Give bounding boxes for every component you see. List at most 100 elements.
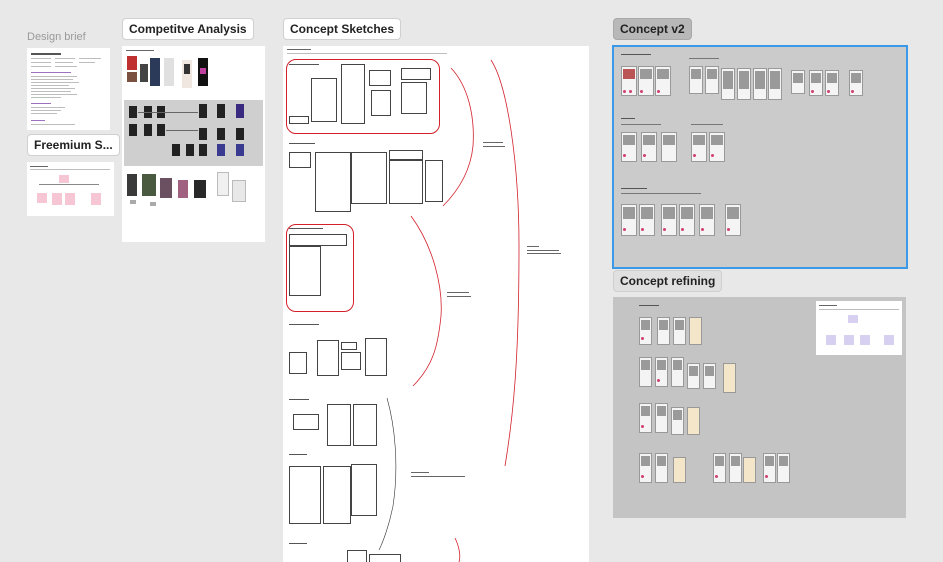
screenshot — [164, 58, 174, 86]
brief-line — [31, 91, 71, 92]
sticky-note — [844, 335, 854, 345]
brief-line — [31, 58, 51, 59]
brief-line — [31, 85, 69, 86]
row-title — [621, 118, 635, 119]
figma-canvas[interactable]: Design brief Freemium S... Competitve An… — [0, 0, 943, 562]
brief-line — [31, 82, 79, 83]
screenshot — [130, 200, 136, 204]
brief-line — [31, 107, 65, 108]
freemium-frame[interactable] — [27, 162, 114, 216]
phone-mockup — [743, 457, 756, 483]
phone-mockup — [791, 70, 805, 94]
action-dot — [851, 90, 854, 93]
brief-line — [55, 62, 73, 63]
connector — [166, 130, 198, 131]
screenshot — [199, 128, 207, 140]
screenshot — [127, 56, 137, 70]
concept-refining-label[interactable]: Concept refining — [613, 270, 723, 292]
concept-sketches-label[interactable]: Concept Sketches — [283, 18, 402, 40]
brief-line — [31, 62, 51, 63]
competitive-analysis-frame[interactable] — [122, 46, 265, 242]
screenshot — [142, 174, 156, 196]
action-dot — [765, 475, 768, 478]
screenshot — [199, 104, 207, 118]
phone-mockup — [641, 132, 657, 162]
row-title — [621, 54, 651, 55]
phone-mockup — [657, 317, 670, 345]
action-dot — [681, 228, 684, 231]
screenshot — [236, 128, 244, 140]
row-title — [621, 188, 647, 189]
flow-area — [124, 100, 263, 166]
design-brief-label[interactable]: Design brief — [27, 31, 86, 43]
sticky-note — [91, 193, 101, 205]
brief-line — [31, 124, 75, 125]
action-dot — [629, 90, 632, 93]
action-dot — [641, 425, 644, 428]
design-brief-frame[interactable] — [27, 48, 110, 130]
action-dot — [701, 228, 704, 231]
phone-mockup — [721, 68, 735, 100]
screenshot — [127, 72, 137, 82]
screenshot — [200, 68, 206, 74]
frame-heading — [126, 50, 154, 51]
competitive-analysis-label[interactable]: Competitve Analysis — [122, 18, 254, 40]
concept-refining-frame[interactable] — [613, 297, 906, 518]
row-title — [621, 124, 661, 125]
brief-line — [55, 66, 77, 67]
screenshot — [194, 180, 206, 198]
screenshot — [236, 144, 244, 156]
screenshot — [157, 124, 165, 136]
screenshot — [129, 106, 137, 118]
brief-line — [55, 58, 75, 59]
phone-mockup — [753, 68, 767, 100]
brief-line — [31, 120, 45, 121]
phone-mockup — [709, 132, 725, 162]
sticky-note — [37, 193, 47, 203]
annotation-curves — [378, 59, 520, 562]
divider — [819, 309, 899, 310]
phone-mockup — [689, 66, 703, 94]
brief-line — [31, 97, 61, 98]
brief-line — [31, 66, 51, 67]
freemium-label[interactable]: Freemium S... — [27, 134, 120, 156]
action-dot — [657, 379, 660, 382]
phone-mockup — [639, 204, 655, 236]
brief-line — [79, 62, 95, 63]
brief-line — [79, 58, 101, 59]
concept-sketches-frame[interactable] — [283, 46, 589, 562]
phone-mockup — [661, 132, 677, 162]
phone-mockup — [639, 357, 652, 387]
phone-mockup — [763, 453, 776, 483]
phone-mockup — [713, 453, 726, 483]
action-dot — [663, 228, 666, 231]
phone-mockup — [679, 204, 695, 236]
phone-mockup — [655, 453, 668, 483]
screenshot — [150, 58, 160, 86]
phone-mockup — [639, 453, 652, 483]
action-dot — [641, 475, 644, 478]
brief-line — [31, 88, 75, 89]
action-dot — [811, 90, 814, 93]
sticky-note — [848, 315, 858, 323]
screenshot — [217, 104, 225, 118]
action-dot — [657, 90, 660, 93]
concept-v2-label[interactable]: Concept v2 — [613, 18, 692, 40]
action-dot — [715, 475, 718, 478]
row-title — [639, 305, 659, 306]
action-dot — [623, 90, 626, 93]
sticky-note — [65, 193, 75, 205]
row-title — [621, 193, 701, 194]
phone-mockup — [655, 403, 668, 433]
brief-line — [31, 79, 73, 80]
phone-mockup — [723, 363, 736, 393]
phone-mockup — [673, 317, 686, 345]
row-title — [689, 58, 719, 59]
concept-v2-frame[interactable] — [613, 46, 907, 268]
screenshot — [150, 202, 156, 206]
screenshot — [172, 144, 180, 156]
frame-heading — [819, 305, 837, 306]
action-dot — [727, 228, 730, 231]
sticky-note — [860, 335, 870, 345]
phone-mockup — [691, 132, 707, 162]
